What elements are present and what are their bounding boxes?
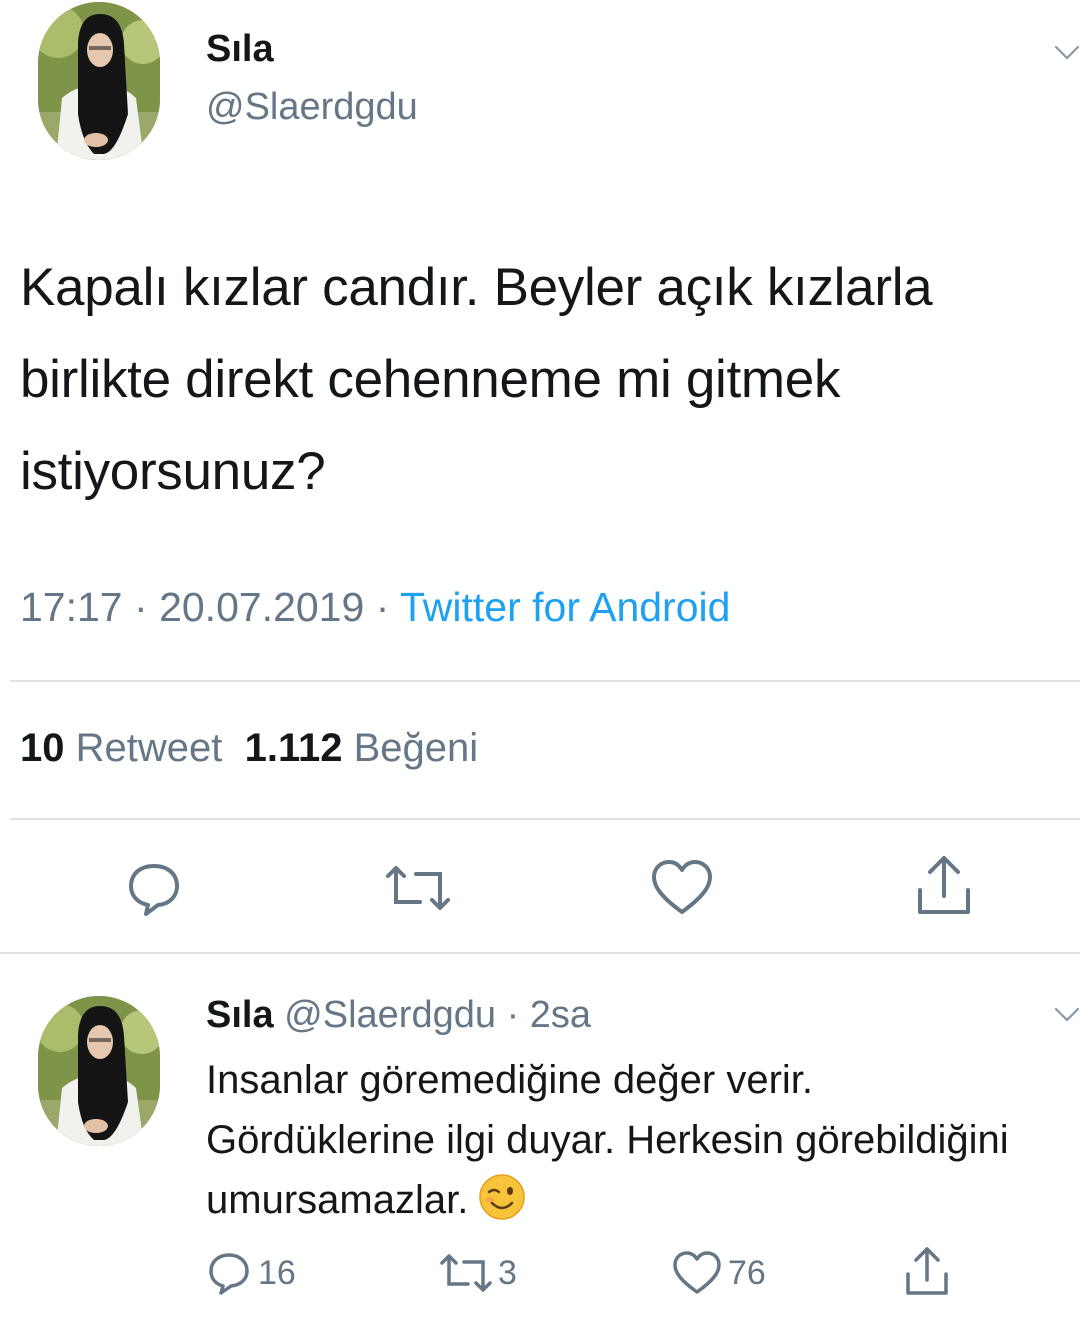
reply-author-name[interactable]: Sıla — [206, 994, 274, 1036]
reply-text-block: Insanlar göremediğine değer verir. Gördü… — [206, 1050, 1036, 1230]
reply-author-handle[interactable]: @Slaerdgdu — [284, 994, 496, 1036]
retweet-label: Retweet — [75, 726, 223, 770]
reply-text: Insanlar göremediğine değer verir. Gördü… — [206, 1058, 1009, 1222]
reply-retweet-count: 3 — [498, 1253, 517, 1292]
reply-age: 2sa — [529, 994, 592, 1036]
share-upload-icon — [906, 1247, 948, 1295]
divider — [10, 818, 1080, 820]
reply-retweet-button[interactable]: 3 — [436, 1252, 517, 1294]
reply-reply-button[interactable]: 16 — [206, 1250, 296, 1296]
heart-icon — [673, 1251, 721, 1294]
share-button[interactable] — [912, 852, 976, 923]
speech-bubble-icon — [209, 1253, 249, 1295]
avatar-reply[interactable] — [38, 996, 160, 1146]
author-handle[interactable]: @Slaerdgdu — [206, 86, 418, 129]
tweet-source-link[interactable]: Twitter for Android — [400, 584, 730, 630]
meta-separator: · — [134, 584, 148, 630]
divider — [0, 952, 1080, 954]
retweet-arrows-icon — [440, 1254, 492, 1292]
speech-bubble-icon — [129, 864, 179, 916]
like-button[interactable] — [650, 858, 714, 923]
tweet-date: 20.07.2019 — [159, 584, 365, 630]
reply-count: 16 — [258, 1253, 296, 1292]
meta-separator: · — [506, 994, 520, 1036]
avatar-main[interactable] — [38, 2, 160, 160]
reply-like-count: 76 — [728, 1253, 766, 1292]
winking-face-emoji-icon — [479, 1174, 526, 1220]
like-label: Beğeni — [353, 726, 479, 770]
tweet-text: Kapalı kızlar candır. Beyler açık kızlar… — [20, 258, 933, 501]
retweet-arrows-icon — [386, 866, 450, 910]
tweet-time: 17:17 — [20, 584, 123, 630]
like-stat[interactable]: 1.112 Beğeni — [245, 726, 479, 770]
chevron-down-icon[interactable] — [1054, 44, 1080, 67]
reply-header: Sıla @Slaerdgdu · 2sa — [206, 994, 591, 1037]
reply-like-button[interactable]: 76 — [672, 1250, 766, 1296]
reply-button[interactable] — [124, 858, 184, 923]
chevron-down-icon[interactable] — [1054, 1006, 1080, 1029]
meta-separator: · — [375, 584, 390, 630]
heart-icon — [652, 860, 712, 914]
author-name[interactable]: Sıla — [206, 28, 274, 71]
share-upload-icon — [918, 856, 970, 914]
retweet-button[interactable] — [380, 862, 456, 919]
divider — [10, 680, 1080, 682]
retweet-count: 10 — [20, 726, 65, 770]
reply-share-button[interactable] — [902, 1244, 952, 1303]
tweet-meta: 17:17 · 20.07.2019 · Twitter for Android — [20, 584, 730, 631]
like-count: 1.112 — [244, 726, 343, 770]
tweet-stats: 10 Retweet 1.112 Beğeni — [20, 726, 478, 771]
retweet-stat[interactable]: 10 Retweet — [20, 726, 222, 770]
